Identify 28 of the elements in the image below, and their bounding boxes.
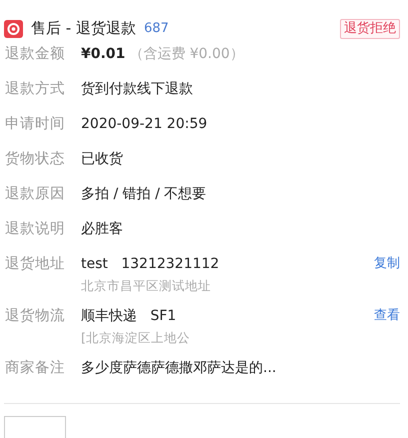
field-value: 货到付款线下退款 [81,80,194,99]
field-label: 货物状态 [5,150,66,169]
field-label: 退货物流 [5,306,66,326]
order-number: 687 [144,20,169,38]
field-label: 退款方式 [5,80,66,99]
field-label: 退款金额 [5,44,66,64]
action-link[interactable]: 查看 [374,304,400,356]
status-tag: 退货拒绝 [340,18,400,38]
page-title: 售后 - 退货退款 [31,18,136,40]
refund-icon [4,20,23,38]
field-label: 商家备注 [5,358,66,378]
field-value: 必胜客 [81,220,124,239]
product-thumbnail [4,416,66,438]
field-label: 退款原因 [5,185,66,204]
field-value: 多少度萨德萨德撒邓萨达是的... [81,359,278,378]
field-label: 申请时间 [5,115,66,134]
refund-amount: ¥0.01 [81,45,126,64]
field-label: 退款说明 [5,220,66,239]
field-detail: [北京海淀区上地公 [81,329,191,347]
freight-note: （含运费 ¥0.00） [129,45,244,64]
action-link[interactable]: 复制 [374,252,400,304]
field-value: 已收货 [81,150,124,169]
field-detail: 北京市昌平区测试地址 [81,277,212,295]
field-label: 退货地址 [5,255,66,274]
field-value: test 13212321112 [81,255,220,274]
field-value: 多拍 / 错拍 / 不想要 [81,185,208,204]
field-value: 顺丰快递 SF1 [81,307,178,326]
field-value: 2020-09-21 20:59 [81,115,208,134]
